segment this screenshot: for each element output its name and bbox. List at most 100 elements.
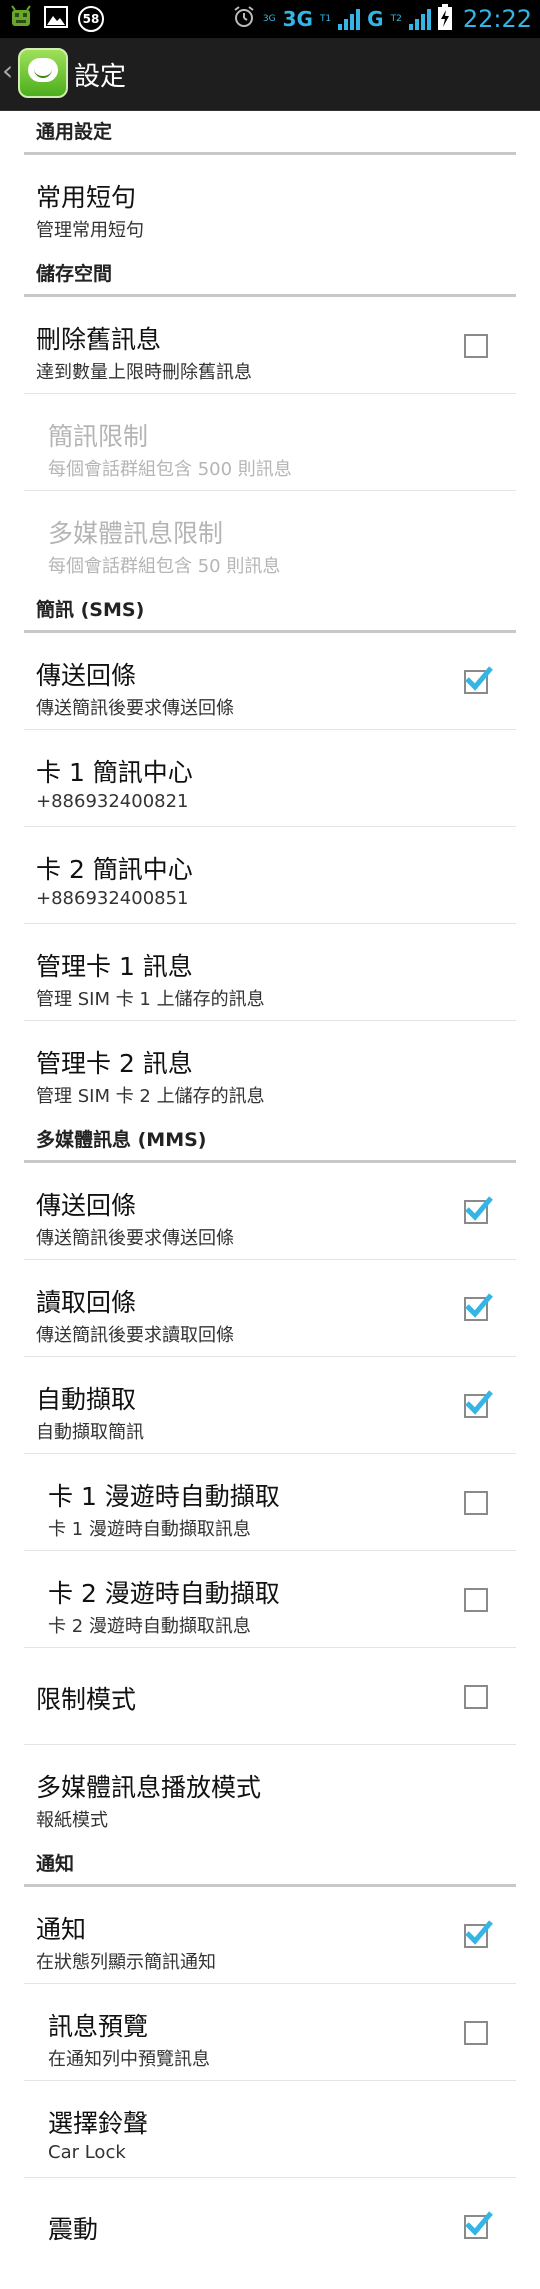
pref-title: 管理卡 1 訊息	[36, 952, 193, 981]
pref-message-preview[interactable]: 訊息預覽 在通知列中預覽訊息	[24, 1984, 516, 2081]
pref-vibrate[interactable]: 震動	[24, 2178, 516, 2275]
checkbox[interactable]	[464, 1685, 488, 1709]
pref-title: 常用短句	[36, 183, 137, 212]
pref-summary: 卡 1 漫遊時自動擷取訊息	[48, 1519, 251, 1540]
pref-sim2-roaming-retrieve[interactable]: 卡 2 漫遊時自動擷取 卡 2 漫遊時自動擷取訊息	[24, 1551, 516, 1648]
pref-summary: +886932400851	[36, 888, 189, 909]
pref-ringtone[interactable]: 選擇鈴聲 Car Lock	[24, 2081, 516, 2178]
pref-title: 刪除舊訊息	[36, 325, 162, 354]
pref-summary: 傳送簡訊後要求讀取回條	[36, 1325, 234, 1346]
pref-title: 卡 2 簡訊中心	[36, 855, 193, 884]
status-bar: 58 3G 3G T1 G T2 22:22	[0, 0, 540, 38]
pref-summary: 每個會話群組包含 500 則訊息	[48, 459, 292, 480]
pref-sim2-sms-center[interactable]: 卡 2 簡訊中心 +886932400851	[24, 827, 516, 924]
checkbox[interactable]	[464, 1196, 493, 1224]
checkmark-icon	[465, 1920, 493, 1945]
checkbox[interactable]	[464, 1491, 488, 1515]
pref-notifications[interactable]: 通知 在狀態列顯示簡訊通知	[24, 1887, 516, 1984]
checkmark-icon	[465, 2211, 493, 2236]
pref-restricted-mode[interactable]: 限制模式	[24, 1648, 516, 1745]
pref-sim1-sms-center[interactable]: 卡 1 簡訊中心 +886932400821	[24, 730, 516, 827]
checkmark-icon	[465, 666, 493, 691]
checkbox[interactable]	[464, 2211, 493, 2239]
messaging-app-icon	[18, 48, 68, 98]
pref-title: 震動	[48, 2215, 99, 2244]
pref-mms-limit: 多媒體訊息限制 每個會話群組包含 50 則訊息	[24, 491, 516, 588]
pref-summary: 傳送簡訊後要求傳送回條	[36, 698, 234, 719]
signal-bars-icon	[338, 8, 361, 30]
pref-title: 讀取回條	[36, 1288, 137, 1317]
pref-summary: 報紙模式	[36, 1810, 108, 1831]
signal-bars-icon	[408, 8, 431, 30]
section-header-label: 儲存空間	[36, 263, 113, 285]
checkbox[interactable]	[464, 1920, 493, 1948]
checkbox[interactable]	[464, 1293, 493, 1321]
network-type-small: 3G	[262, 14, 276, 24]
pref-title: 選擇鈴聲	[48, 2109, 149, 2138]
settings-list[interactable]: 通用設定 常用短句 管理常用短句 儲存空間 刪除舊訊息 達到數量上限時刪除舊訊息…	[0, 110, 540, 2275]
checkbox[interactable]	[464, 1588, 488, 1612]
android-bug-icon	[8, 4, 34, 34]
sim1-tag: T1	[319, 14, 332, 24]
pref-title: 傳送回條	[36, 1191, 137, 1220]
pref-manage-sim2[interactable]: 管理卡 2 訊息 管理 SIM 卡 2 上儲存的訊息	[24, 1021, 516, 1118]
pref-title: 傳送回條	[36, 661, 137, 690]
pref-summary: 在狀態列顯示簡訊通知	[36, 1952, 216, 1973]
pref-title: 訊息預覽	[48, 2012, 149, 2041]
pref-manage-sim1[interactable]: 管理卡 1 訊息 管理 SIM 卡 1 上儲存的訊息	[24, 924, 516, 1021]
sim2-tag: T2	[390, 14, 402, 24]
pref-delete-old[interactable]: 刪除舊訊息 達到數量上限時刪除舊訊息	[24, 297, 516, 394]
pref-summary: +886932400821	[36, 791, 189, 812]
network-type-sim2: G	[367, 7, 384, 31]
section-header-general: 通用設定	[24, 110, 516, 155]
pref-title: 卡 1 簡訊中心	[36, 758, 193, 787]
pref-title: 通知	[36, 1915, 87, 1944]
checkmark-icon	[465, 1293, 493, 1318]
section-header-mms: 多媒體訊息 (MMS)	[24, 1118, 516, 1163]
image-notification-icon	[44, 6, 68, 32]
pref-sms-delivery-report[interactable]: 傳送回條 傳送簡訊後要求傳送回條	[24, 633, 516, 730]
checkbox[interactable]	[464, 334, 488, 358]
pref-mms-playback-mode[interactable]: 多媒體訊息播放模式 報紙模式	[24, 1745, 516, 1842]
up-navigation[interactable]: ‹	[0, 38, 74, 110]
pref-summary: 傳送簡訊後要求傳送回條	[36, 1228, 234, 1249]
count-badge-icon: 58	[78, 6, 104, 32]
section-header-storage: 儲存空間	[24, 252, 516, 297]
alarm-clock-icon	[232, 5, 256, 33]
pref-summary: 每個會話群組包含 50 則訊息	[48, 556, 281, 577]
pref-title: 多媒體訊息播放模式	[36, 1773, 262, 1802]
checkbox[interactable]	[464, 666, 493, 694]
battery-charging-icon	[437, 4, 452, 34]
action-bar: ‹ 設定	[0, 38, 540, 111]
checkmark-icon	[465, 1196, 493, 1221]
checkbox[interactable]	[464, 2021, 488, 2045]
pref-summary: Car Lock	[48, 2142, 126, 2163]
checkmark-icon	[465, 1390, 493, 1415]
pref-sim1-roaming-retrieve[interactable]: 卡 1 漫遊時自動擷取 卡 1 漫遊時自動擷取訊息	[24, 1454, 516, 1551]
page-title: 設定	[74, 62, 127, 92]
pref-quick-text[interactable]: 常用短句 管理常用短句	[24, 155, 516, 252]
pref-title: 管理卡 2 訊息	[36, 1049, 193, 1078]
pref-title: 卡 1 漫遊時自動擷取	[48, 1482, 280, 1511]
pref-summary: 管理常用短句	[36, 220, 144, 241]
pref-summary: 管理 SIM 卡 2 上儲存的訊息	[36, 1086, 265, 1107]
pref-summary: 自動擷取簡訊	[36, 1422, 144, 1443]
pref-title: 限制模式	[36, 1685, 137, 1714]
network-type-sim1: 3G	[282, 7, 313, 31]
pref-summary: 在通知列中預覽訊息	[48, 2049, 210, 2070]
pref-sms-limit: 簡訊限制 每個會話群組包含 500 則訊息	[24, 394, 516, 491]
pref-auto-retrieve[interactable]: 自動擷取 自動擷取簡訊	[24, 1357, 516, 1454]
pref-title: 卡 2 漫遊時自動擷取	[48, 1579, 280, 1608]
section-header-notifications: 通知	[24, 1842, 516, 1887]
pref-mms-delivery-report[interactable]: 傳送回條 傳送簡訊後要求傳送回條	[24, 1163, 516, 1260]
pref-mms-read-report[interactable]: 讀取回條 傳送簡訊後要求讀取回條	[24, 1260, 516, 1357]
checkbox[interactable]	[464, 1390, 493, 1418]
section-header-label: 簡訊 (SMS)	[36, 599, 145, 621]
pref-summary: 管理 SIM 卡 1 上儲存的訊息	[36, 989, 265, 1010]
status-bar-left: 58	[8, 4, 104, 34]
pref-summary: 卡 2 漫遊時自動擷取訊息	[48, 1616, 251, 1637]
pref-title: 簡訊限制	[48, 422, 149, 451]
pref-title: 多媒體訊息限制	[48, 519, 224, 548]
clock-time: 22:22	[462, 5, 532, 33]
section-header-sms: 簡訊 (SMS)	[24, 588, 516, 633]
